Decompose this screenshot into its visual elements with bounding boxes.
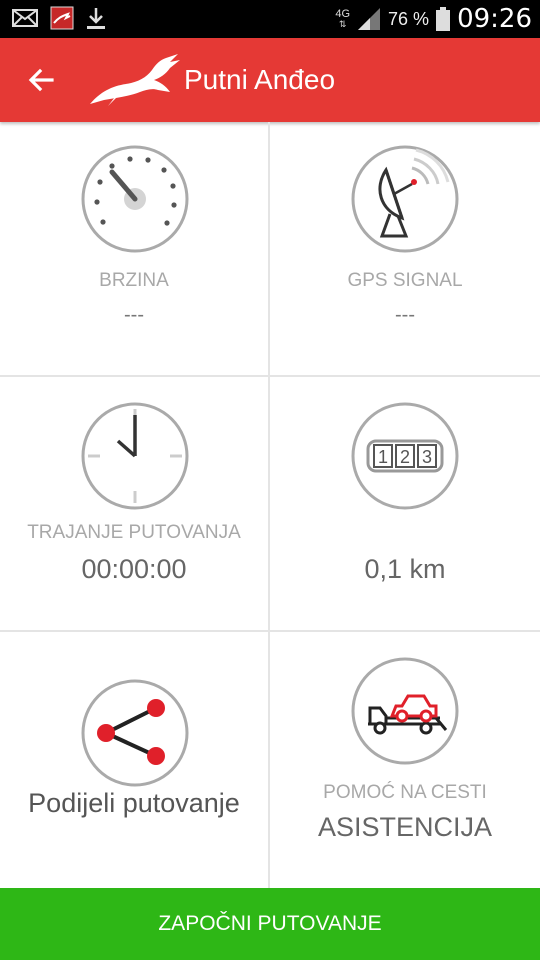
- battery-icon: [436, 7, 451, 31]
- clock-icon: [81, 402, 189, 510]
- duration-value: 00:00:00: [81, 554, 187, 584]
- start-trip-button[interactable]: ZAPOČNI PUTOVANJE: [0, 888, 540, 960]
- duration-tile: TRAJANJE PUTOVANJA 00:00:00: [0, 377, 270, 632]
- app-bar: Putni Anđeo: [0, 38, 540, 122]
- odometer-icon: 1 2 3: [351, 402, 459, 510]
- share-label[interactable]: Podijeli putovanje: [0, 788, 268, 819]
- gps-label: GPS SIGNAL: [347, 270, 463, 291]
- mail-icon: [12, 9, 38, 27]
- gazelle-logo-icon: [90, 54, 180, 106]
- duration-label: TRAJANJE PUTOVANJA: [27, 522, 241, 543]
- app-notification-icon: [50, 6, 74, 30]
- network-label: 4G: [335, 8, 351, 20]
- tow-truck-icon[interactable]: [350, 656, 460, 766]
- assistance-label: POMOĆ NA CESTI: [323, 782, 487, 803]
- odometer-digit-2: 2: [400, 447, 410, 467]
- speed-value: ---: [124, 304, 144, 326]
- gps-value: ---: [395, 304, 415, 326]
- clock: 09:26: [457, 4, 532, 34]
- speedometer-icon: [81, 145, 189, 253]
- system-icons: 4G ⇅ 76 % 09:26: [335, 0, 532, 38]
- odometer-digit-1: 1: [378, 447, 388, 467]
- speed-tile: BRZINA ---: [0, 122, 270, 377]
- odometer-digit-3: 3: [422, 447, 432, 467]
- status-bar: 4G ⇅ 76 % 09:26: [0, 0, 540, 38]
- distance-value: 0,1 km: [364, 554, 446, 584]
- back-arrow-icon[interactable]: [22, 60, 62, 100]
- share-icon[interactable]: [80, 678, 190, 788]
- notification-icons: [12, 6, 106, 30]
- speed-label: BRZINA: [99, 270, 169, 291]
- signal-icon: [358, 8, 381, 30]
- assistance-tile[interactable]: POMOĆ NA CESTI ASISTENCIJA: [270, 632, 540, 888]
- gps-tile: GPS SIGNAL ---: [270, 122, 540, 377]
- download-icon: [87, 8, 105, 29]
- distance-tile: 1 2 3 0,1 km: [270, 377, 540, 632]
- satellite-dish-icon: [351, 145, 459, 253]
- app-title: Putni Anđeo: [184, 64, 336, 95]
- dashboard-grid: BRZINA --- GPS SIGNAL --- TRAJANJE PUTOV…: [0, 122, 540, 888]
- network-type: 4G ⇅: [335, 8, 351, 30]
- battery-percent: 76 %: [388, 8, 430, 29]
- assistance-value[interactable]: ASISTENCIJA: [270, 812, 540, 843]
- share-tile[interactable]: Podijeli putovanje: [0, 632, 270, 888]
